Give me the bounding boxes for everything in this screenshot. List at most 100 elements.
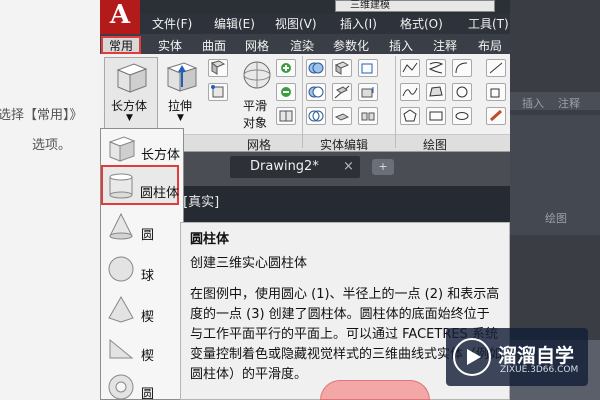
tab-home[interactable]: 常用 xyxy=(101,36,142,54)
cylinder-icon xyxy=(109,173,133,199)
mesh-tool-2[interactable] xyxy=(208,83,228,101)
helix-icon xyxy=(428,62,444,74)
modify-tool-2[interactable] xyxy=(486,83,506,101)
close-tab-icon[interactable]: × xyxy=(343,159,354,174)
tab-layout[interactable]: 布局 xyxy=(478,37,502,54)
union-icon xyxy=(308,62,324,74)
menu-insert[interactable]: 插入(I) xyxy=(340,15,377,32)
mesh-tool-4[interactable] xyxy=(276,83,296,101)
pyramid-icon xyxy=(108,295,134,323)
extrude-dropdown-arrow-icon[interactable]: ▼ xyxy=(177,113,184,123)
mesh-tool-1[interactable] xyxy=(208,59,228,77)
menu-bar xyxy=(140,14,510,34)
draw-tool-9[interactable] xyxy=(452,107,472,125)
ribbon-separator xyxy=(395,56,396,148)
background-tab-insert: 插入 xyxy=(522,97,544,110)
region-icon xyxy=(429,86,443,97)
tab-solid[interactable]: 实体 xyxy=(158,37,182,54)
copy-icon xyxy=(490,88,500,98)
draw-tool-4[interactable] xyxy=(426,59,446,77)
menu-file[interactable]: 文件(F) xyxy=(152,15,192,32)
circle-icon xyxy=(456,86,468,98)
extrude-face-icon xyxy=(361,87,374,98)
solid-edit-tool-7[interactable] xyxy=(358,59,378,77)
box-dropdown-arrow-icon[interactable]: ▼ xyxy=(126,113,133,123)
visual-style-label[interactable]: ][真实] xyxy=(178,191,219,210)
watermark-logo xyxy=(453,338,491,376)
arc-icon xyxy=(455,62,468,74)
draw-tool-5[interactable] xyxy=(426,83,446,101)
dropdown-item-wedge-label[interactable]: 楔 xyxy=(141,345,154,364)
solid-edit-tool-6[interactable] xyxy=(332,107,352,125)
workspace-select[interactable]: 三维建模 xyxy=(335,0,495,12)
tab-render[interactable]: 渲染 xyxy=(290,37,314,54)
menu-view[interactable]: 视图(V) xyxy=(275,15,317,32)
solid-edit-tool-3[interactable] xyxy=(306,107,326,125)
solid-edit-tool-8[interactable] xyxy=(358,83,378,101)
draw-tool-8[interactable] xyxy=(452,83,472,101)
mesh-convert-icon xyxy=(211,85,224,98)
background-panel-label: 绘图 xyxy=(545,212,567,225)
remove-crease-icon xyxy=(281,87,291,97)
thicken-icon xyxy=(334,113,350,121)
box-tool-label: 长方体 xyxy=(111,99,148,113)
extract-edges-icon xyxy=(361,63,373,74)
solid-edit-tool-2[interactable] xyxy=(306,83,326,101)
draw-tool-2[interactable] xyxy=(400,83,420,101)
smooth-object-icon xyxy=(243,61,271,89)
panel-label-mesh[interactable]: 网格 xyxy=(247,136,271,153)
slice-icon xyxy=(334,85,350,99)
smooth-object-label-1[interactable]: 平滑 xyxy=(243,97,267,114)
tab-mesh[interactable]: 网格 xyxy=(245,37,269,54)
subtract-icon xyxy=(308,86,324,98)
solid-edit-tool-1[interactable] xyxy=(306,59,326,77)
dropdown-item-pyramid-label[interactable]: 楔 xyxy=(141,306,154,325)
modify-tool-1[interactable] xyxy=(486,59,506,77)
mesh-primitive-icon xyxy=(210,60,226,75)
cone-icon xyxy=(109,212,133,240)
dropdown-item-box[interactable] xyxy=(0,132,84,172)
modify-tool-3[interactable] xyxy=(486,107,506,125)
draw-tool-7[interactable] xyxy=(452,59,472,77)
menu-edit[interactable]: 编辑(E) xyxy=(214,15,255,32)
solid-edit-tool-4[interactable] xyxy=(332,59,352,77)
polygon-icon xyxy=(403,109,417,122)
panel-label-draw[interactable]: 绘图 xyxy=(423,136,447,153)
tooltip-subtitle: 创建三维实心圆柱体 xyxy=(190,256,308,271)
draw-tool-1[interactable] xyxy=(400,59,420,77)
solid-edit-tool-5[interactable] xyxy=(332,83,352,101)
menu-format[interactable]: 格式(O) xyxy=(400,15,443,32)
rectangle-icon xyxy=(429,111,443,121)
ribbon-separator xyxy=(302,56,303,148)
solid-history-icon xyxy=(334,61,350,75)
app-logo[interactable]: A xyxy=(100,0,140,34)
background-text-1: 选择【常用】》 xyxy=(0,108,83,123)
mesh-tool-5[interactable] xyxy=(276,107,296,125)
menu-tools[interactable]: 工具(T) xyxy=(468,15,509,32)
mesh-tool-3[interactable] xyxy=(276,59,296,77)
extrude-icon xyxy=(166,62,198,92)
separate-icon xyxy=(361,112,375,121)
tab-annotate[interactable]: 注释 xyxy=(433,37,457,54)
new-tab-icon[interactable]: + xyxy=(372,159,394,175)
dropdown-item-torus-label[interactable]: 圆 xyxy=(141,383,154,400)
intersect-icon xyxy=(308,110,324,122)
refine-mesh-icon xyxy=(279,110,293,122)
ellipse-icon xyxy=(455,112,469,120)
dropdown-item-cone-label[interactable]: 圆 xyxy=(141,224,154,243)
draw-tool-3[interactable] xyxy=(400,107,420,125)
smooth-object-label-2[interactable]: 对象 xyxy=(243,114,267,131)
panel-label-solid-edit[interactable]: 实体编辑 xyxy=(320,136,368,153)
erase-icon xyxy=(489,109,503,122)
document-tab[interactable]: Drawing2* xyxy=(230,156,360,178)
sphere-icon xyxy=(108,256,134,282)
draw-tool-6[interactable] xyxy=(426,107,446,125)
tab-surface[interactable]: 曲面 xyxy=(202,37,226,54)
tab-insert[interactable]: 插入 xyxy=(389,37,413,54)
extrude-tool-label[interactable]: 拉伸 xyxy=(168,97,192,114)
solid-edit-tool-9[interactable] xyxy=(358,107,378,125)
dropdown-item-sphere-label[interactable]: 球 xyxy=(141,265,154,284)
tooltip-illustration xyxy=(320,380,430,400)
polyline-icon xyxy=(402,62,418,73)
tab-parametric[interactable]: 参数化 xyxy=(333,37,369,54)
